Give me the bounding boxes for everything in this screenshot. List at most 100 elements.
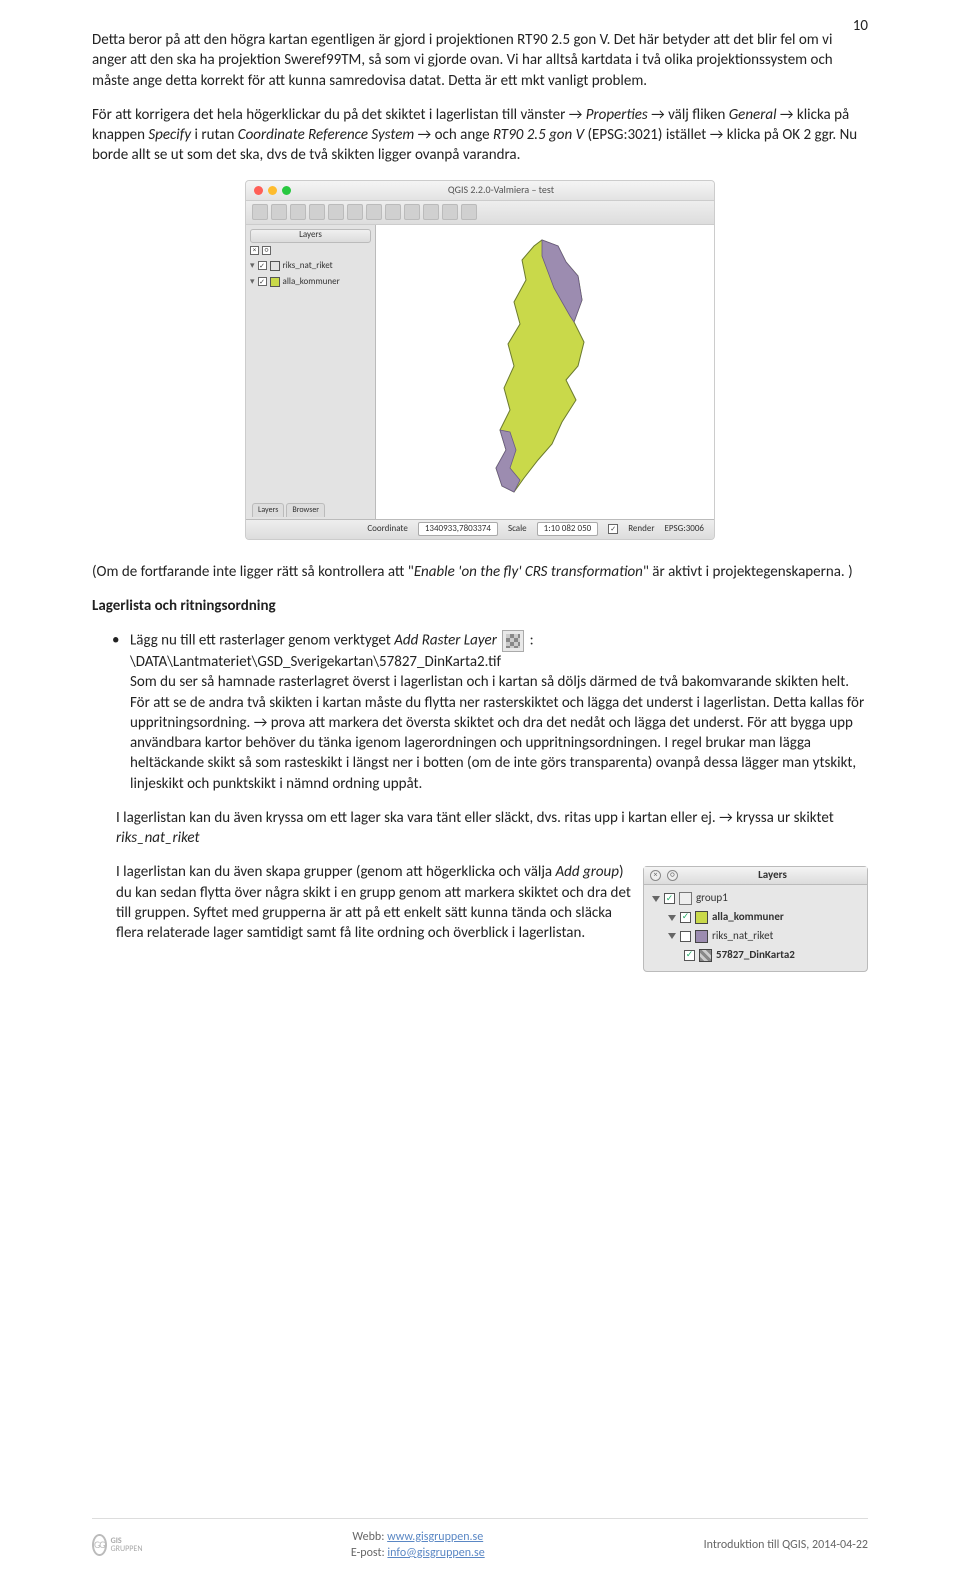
layer-name: riks_nat_riket xyxy=(712,929,773,944)
paragraph-toggle: I lagerlistan kan du även kryssa om ett … xyxy=(116,808,868,849)
text: Lägg nu till ett rasterlager genom verkt… xyxy=(130,632,394,650)
tool-icon xyxy=(271,204,287,220)
checkbox-icon: ✓ xyxy=(684,950,695,961)
tool-icon xyxy=(328,204,344,220)
footer-center: Webb: www.gisgruppen.se E-post: info@gis… xyxy=(132,1529,704,1561)
window-title: QGIS 2.2.0-Valmiera – test xyxy=(296,183,706,197)
swatch xyxy=(270,261,280,271)
group-icon xyxy=(679,892,692,905)
group-row: ✓ group1 xyxy=(650,889,861,908)
tool-icon xyxy=(404,204,420,220)
expand-icon xyxy=(668,915,676,921)
paragraph-fix: För att korrigera det hela högerklickar … xyxy=(92,105,868,166)
layer-row: riks_nat_riket xyxy=(650,927,861,946)
web-link[interactable]: www.gisgruppen.se xyxy=(387,1530,483,1544)
scale-value: 1:10 082 050 xyxy=(537,522,599,536)
text: i rutan xyxy=(191,126,238,144)
text: kryssa ur skiktet xyxy=(733,809,834,827)
footer-right: Introduktion till QGIS, 2014-04-22 xyxy=(704,1537,868,1553)
checkbox-icon: ✓ xyxy=(258,277,267,286)
close-icon xyxy=(254,186,263,195)
tab-browser: Browser xyxy=(286,503,325,517)
layer-row: ✓ alla_kommuner xyxy=(650,908,861,927)
map-canvas xyxy=(376,225,714,519)
swatch xyxy=(270,277,280,287)
field-crs: Coordinate Reference System xyxy=(238,126,418,144)
text: " är aktivt i projektegenskaperna. ) xyxy=(643,563,853,581)
page-number: 10 xyxy=(853,16,868,36)
text: (Om de fortfarande inte ligger rätt så k… xyxy=(92,563,414,581)
toolbar xyxy=(246,201,714,225)
layers-panel-grouped: × ○ Layers ✓ group1 ✓ alla_kommuner riks xyxy=(643,866,868,971)
text: För att korrigera det hela högerklickar … xyxy=(92,106,569,124)
tab-general: General xyxy=(729,106,780,124)
coord-label: Coordinate xyxy=(367,523,407,535)
checkbox-icon: ✓ xyxy=(258,261,267,270)
heading-lagerlista: Lagerlista och ritningsordning xyxy=(92,596,868,616)
window-titlebar: QGIS 2.2.0-Valmiera – test xyxy=(246,181,714,201)
swatch xyxy=(695,930,708,943)
panel-button: ○ xyxy=(262,246,271,255)
panel-button: × xyxy=(250,246,259,255)
render-label: Render xyxy=(628,523,654,535)
file-path: \DATA\Lantmateriet\GSD_Sverigekartan\578… xyxy=(130,653,501,671)
paragraph-intro: Detta beror på att den högra kartan egen… xyxy=(92,30,868,91)
mail-link[interactable]: info@gisgruppen.se xyxy=(387,1546,484,1560)
expand-icon xyxy=(668,933,676,939)
scale-label: Scale xyxy=(508,523,527,535)
panel-title: Layers xyxy=(250,229,371,243)
page-footer: GG GIS GRUPPEN Webb: www.gisgruppen.se E… xyxy=(92,1518,868,1561)
tool-icon xyxy=(442,204,458,220)
text: I lagerlistan kan du även kryssa om ett … xyxy=(116,809,719,827)
text: (EPSG:3021) istället xyxy=(584,126,710,144)
tab-layers: Layers xyxy=(252,503,284,517)
menu-properties: Properties xyxy=(582,106,651,124)
tool-add-raster: Add Raster Layer xyxy=(394,632,497,650)
text: I lagerlistan kan du även skapa grupper … xyxy=(116,863,555,881)
close-icon: × xyxy=(650,870,661,881)
layer-item: ▾ ✓ alla_kommuner xyxy=(250,274,371,290)
sweden-map xyxy=(470,232,620,512)
logo: GG GIS GRUPPEN xyxy=(92,1533,132,1557)
qgis-screenshot: QGIS 2.2.0-Valmiera – test Layers × ○ ▾ … xyxy=(245,180,715,540)
minimize-icon xyxy=(268,186,277,195)
tool-icon xyxy=(252,204,268,220)
panel-header: × ○ Layers xyxy=(644,867,867,885)
add-raster-layer-icon xyxy=(502,630,524,652)
mail-label: E-post: xyxy=(351,1546,388,1560)
layer-item: ▾ ✓ riks_nat_riket xyxy=(250,258,371,274)
status-bar: Coordinate 1340933,7803374 Scale 1:10 08… xyxy=(246,519,714,539)
web-label: Webb: xyxy=(352,1530,387,1544)
checkbox-icon xyxy=(680,931,691,942)
tool-icon xyxy=(461,204,477,220)
paragraph-otf: (Om de fortfarande inte ligger rätt så k… xyxy=(92,562,868,582)
tool-icon xyxy=(423,204,439,220)
swatch xyxy=(695,911,708,924)
expand-icon xyxy=(652,896,660,902)
raster-icon xyxy=(699,949,712,962)
checkbox-icon: ✓ xyxy=(664,893,675,904)
text: : xyxy=(526,632,533,650)
layer-name: 57827_DinKarta2 xyxy=(716,948,795,963)
layer-row: ✓ 57827_DinKarta2 xyxy=(650,946,861,965)
button-specify: Specify xyxy=(148,126,191,144)
tool-icon xyxy=(385,204,401,220)
checkbox-icon: ✓ xyxy=(680,912,691,923)
crs-rt90: RT90 2.5 gon V xyxy=(493,126,584,144)
layer-name: riks_nat_riket xyxy=(283,260,333,272)
layers-panel: Layers × ○ ▾ ✓ riks_nat_riket ▾ ✓ alla_k… xyxy=(246,225,376,519)
option-otf: Enable 'on the fly' CRS transformation xyxy=(414,563,643,581)
coord-value: 1340933,7803374 xyxy=(418,522,498,536)
epsg-label: EPSG:3006 xyxy=(664,523,704,535)
bullet-add-raster: Lägg nu till ett rasterlager genom verkt… xyxy=(116,630,868,794)
group-name: group1 xyxy=(696,891,728,906)
render-checkbox: ✓ xyxy=(608,524,618,534)
layer-riks: riks_nat_riket xyxy=(116,829,200,847)
menu-add-group: Add group xyxy=(555,863,618,881)
layer-name: alla_kommuner xyxy=(283,276,340,288)
tool-icon xyxy=(347,204,363,220)
panel-title: Layers xyxy=(684,868,861,883)
tool-icon xyxy=(290,204,306,220)
zoom-icon xyxy=(282,186,291,195)
detach-icon: ○ xyxy=(667,870,678,881)
